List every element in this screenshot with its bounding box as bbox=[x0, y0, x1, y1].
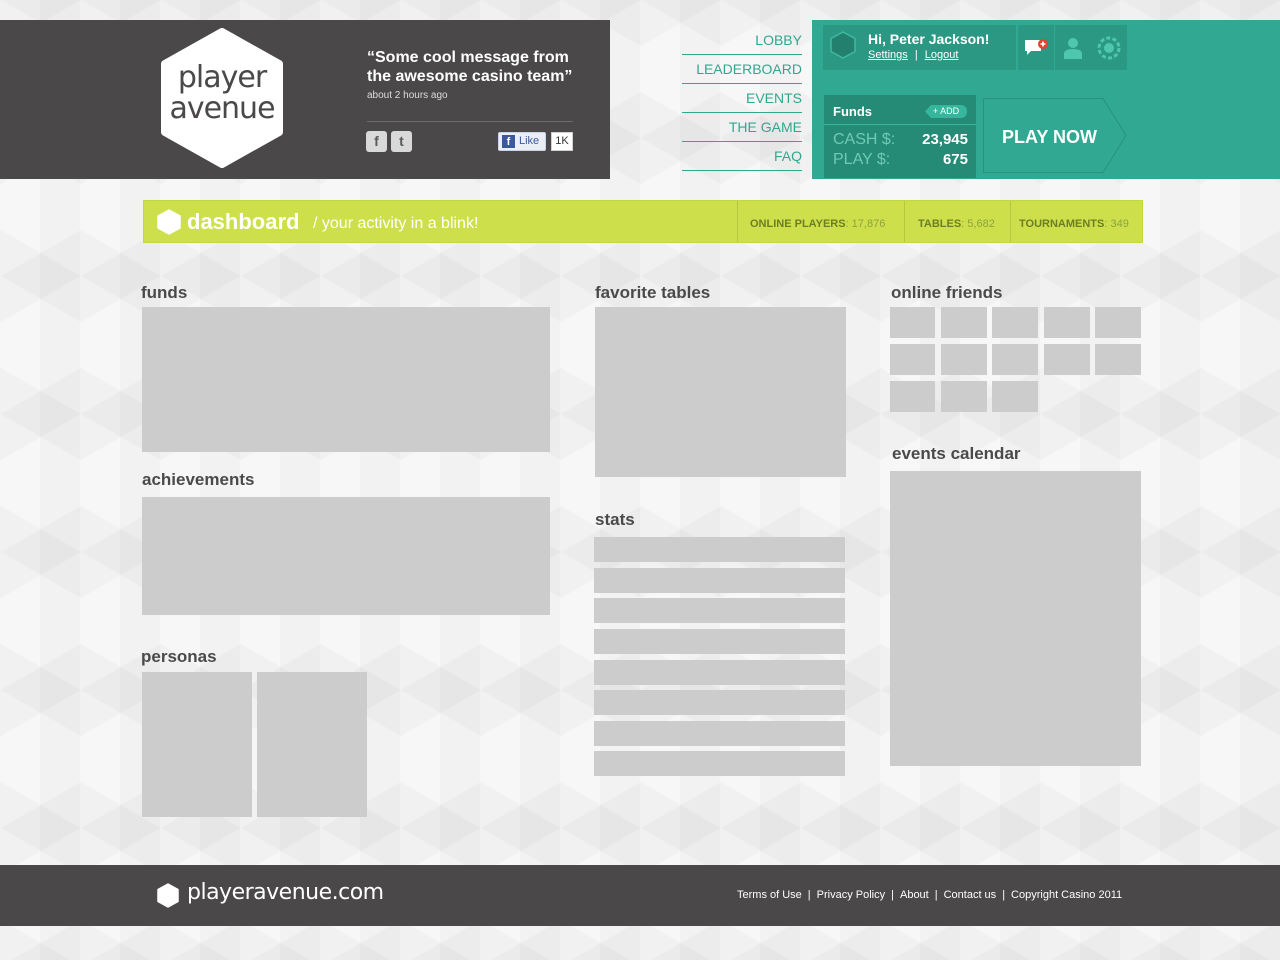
friend-tile[interactable] bbox=[941, 307, 987, 338]
contact-link[interactable]: Contact us bbox=[944, 889, 997, 901]
chip-icon bbox=[1097, 36, 1121, 59]
online-players-value: : 17,876 bbox=[845, 218, 886, 230]
footer-brand[interactable]: playeravenue.com bbox=[187, 880, 384, 905]
friend-tile[interactable] bbox=[992, 307, 1038, 338]
funds-placeholder bbox=[142, 307, 550, 452]
facebook-icon[interactable]: f bbox=[366, 131, 387, 152]
favorite-tables-placeholder bbox=[595, 307, 846, 477]
stats-row bbox=[594, 598, 845, 623]
brand-panel bbox=[0, 20, 610, 179]
personas-section-title: personas bbox=[141, 647, 217, 666]
achievements-section-title: achievements bbox=[142, 470, 255, 489]
stats-row bbox=[594, 629, 845, 654]
add-funds-button[interactable]: + ADD bbox=[925, 105, 967, 118]
link-separator: | bbox=[891, 889, 894, 901]
link-separator: | bbox=[934, 889, 938, 901]
funds-section-title: funds bbox=[141, 283, 188, 302]
link-separator: | bbox=[807, 889, 811, 901]
chips-button[interactable] bbox=[1091, 25, 1127, 70]
twitter-icon[interactable]: t bbox=[391, 131, 412, 152]
stats-row bbox=[594, 537, 845, 562]
divider bbox=[367, 121, 573, 122]
nav-item-events[interactable]: EVENTS bbox=[682, 84, 802, 113]
about-link[interactable]: About bbox=[900, 889, 929, 901]
tournaments-stat: TOURNAMENTS: 349 bbox=[1019, 218, 1129, 230]
tournaments-value: : 349 bbox=[1104, 218, 1129, 230]
achievements-placeholder bbox=[142, 497, 550, 615]
nav-item-lobby[interactable]: LOBBY bbox=[682, 26, 802, 55]
message-timestamp: about 2 hours ago bbox=[367, 90, 448, 101]
stats-row bbox=[594, 568, 845, 593]
logo-line1: player bbox=[177, 60, 267, 95]
like-label: Like bbox=[519, 135, 540, 147]
stats-section-title: stats bbox=[595, 510, 635, 529]
nav-item-the-game[interactable]: THE GAME bbox=[682, 113, 802, 142]
divider bbox=[737, 201, 738, 242]
dashboard-subtitle: / your activity in a blink! bbox=[313, 215, 479, 232]
persona-card[interactable] bbox=[257, 672, 367, 817]
online-players-stat: ONLINE PLAYERS: 17,876 bbox=[750, 218, 885, 230]
friend-tile[interactable] bbox=[1095, 307, 1141, 338]
hexagon-icon bbox=[157, 209, 181, 235]
tournaments-label: TOURNAMENTS bbox=[1019, 218, 1105, 230]
logout-link[interactable]: Logout bbox=[925, 49, 959, 61]
friend-tile[interactable] bbox=[941, 381, 987, 412]
friend-tile[interactable] bbox=[1044, 307, 1090, 338]
user-greeting: Hi, Peter Jackson! bbox=[868, 31, 990, 47]
stats-row bbox=[594, 721, 845, 746]
facebook-logo-icon: f bbox=[502, 135, 515, 148]
main-nav: LOBBY LEADERBOARD EVENTS THE GAME FAQ bbox=[682, 26, 802, 171]
user-icon bbox=[1064, 37, 1082, 59]
friend-tile[interactable] bbox=[890, 381, 935, 412]
friend-tile[interactable] bbox=[1095, 344, 1141, 375]
logo[interactable]: player avenue bbox=[157, 62, 287, 124]
footer-links: Terms of Use | Privacy Policy | About | Contac… bbox=[737, 889, 1122, 901]
terms-link[interactable]: Terms of Use bbox=[737, 889, 802, 901]
chat-add-icon bbox=[1025, 38, 1048, 55]
funds-widget-title: Funds bbox=[833, 104, 872, 119]
divider bbox=[1010, 201, 1011, 242]
tables-stat: TABLES: 5,682 bbox=[918, 218, 995, 230]
events-calendar-placeholder bbox=[890, 471, 1141, 766]
stats-row bbox=[594, 660, 845, 685]
privacy-link[interactable]: Privacy Policy bbox=[817, 889, 885, 901]
link-separator: | bbox=[1002, 889, 1006, 901]
play-money-value: 675 bbox=[942, 151, 968, 168]
online-friends-section-title: online friends bbox=[891, 283, 1003, 302]
favorite-tables-section-title: favorite tables bbox=[595, 283, 711, 302]
tables-label: TABLES bbox=[918, 218, 962, 230]
copyright-text: Copyright Casino 2011 bbox=[1011, 889, 1123, 901]
nav-item-faq[interactable]: FAQ bbox=[682, 142, 802, 171]
tables-value: : 5,682 bbox=[961, 218, 995, 230]
settings-link[interactable]: Settings bbox=[868, 49, 908, 61]
online-players-label: ONLINE PLAYERS bbox=[750, 218, 846, 230]
stats-row bbox=[594, 690, 845, 715]
play-now-label[interactable]: PLAY NOW bbox=[1002, 127, 1097, 148]
stats-row bbox=[594, 751, 845, 776]
divider bbox=[824, 124, 976, 125]
persona-card[interactable] bbox=[142, 672, 252, 817]
friend-tile[interactable] bbox=[941, 344, 987, 375]
casino-message: “Some cool message from the awesome casi… bbox=[367, 49, 573, 85]
events-calendar-section-title: events calendar bbox=[892, 444, 1021, 463]
friend-tile[interactable] bbox=[992, 381, 1038, 412]
logo-line2: avenue bbox=[169, 91, 275, 126]
divider bbox=[904, 201, 905, 242]
nav-item-leaderboard[interactable]: LEADERBOARD bbox=[682, 55, 802, 84]
facebook-like-button[interactable]: f Like bbox=[498, 132, 546, 151]
friend-tile[interactable] bbox=[992, 344, 1038, 375]
friend-tile[interactable] bbox=[1044, 344, 1090, 375]
chat-add-button[interactable] bbox=[1018, 25, 1054, 70]
friend-tile[interactable] bbox=[890, 307, 935, 338]
hexagon-icon bbox=[157, 883, 179, 908]
friends-button[interactable] bbox=[1055, 25, 1091, 70]
link-separator: | bbox=[914, 49, 918, 61]
like-count: 1K bbox=[551, 132, 573, 151]
user-links: Settings | Logout bbox=[868, 49, 958, 61]
friend-tile[interactable] bbox=[890, 344, 935, 375]
dashboard-title: dashboard bbox=[187, 209, 300, 234]
cash-value: 23,945 bbox=[922, 131, 968, 148]
avatar-icon[interactable] bbox=[829, 30, 857, 60]
